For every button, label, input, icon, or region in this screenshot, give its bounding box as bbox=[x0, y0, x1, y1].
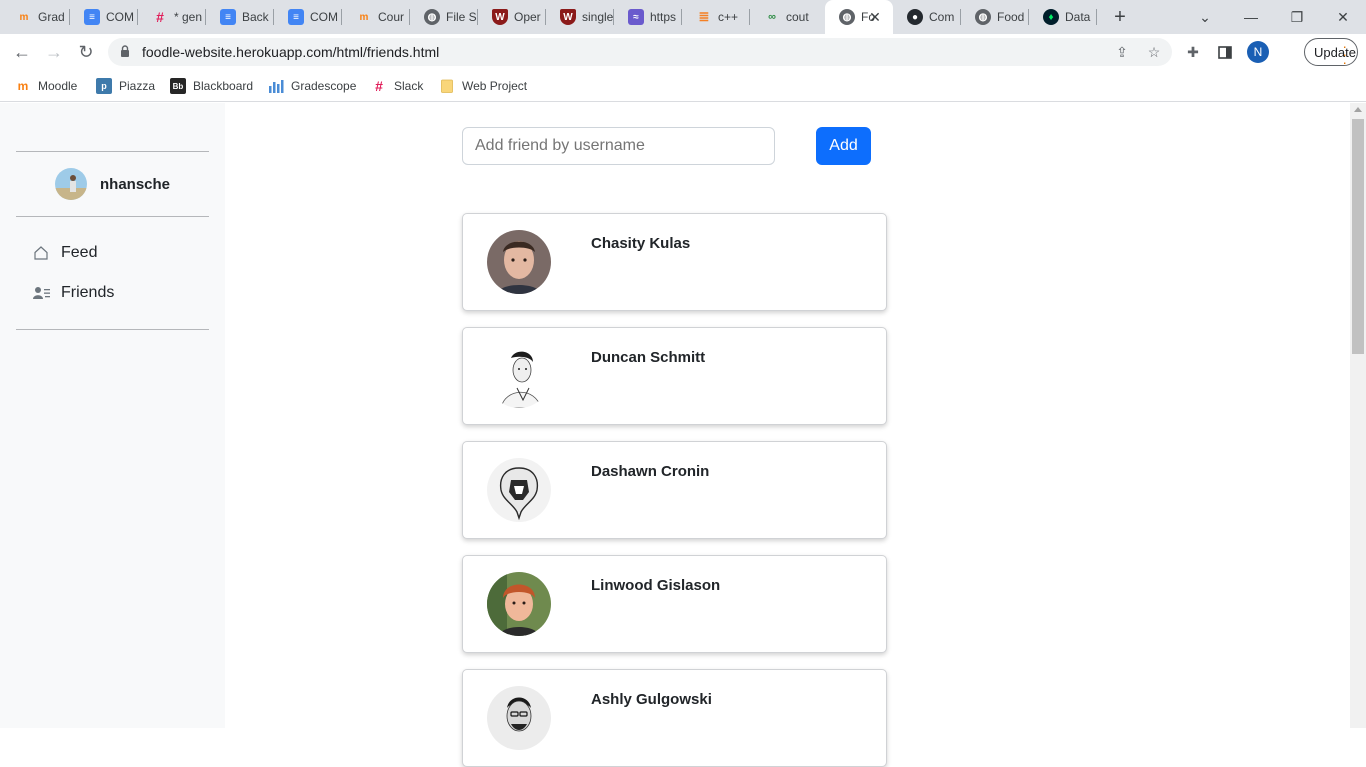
friend-card[interactable]: Ashly Gulgowski bbox=[462, 669, 887, 767]
google-docs-icon: ≡ bbox=[288, 9, 304, 25]
gradescope-icon bbox=[268, 78, 284, 94]
update-button[interactable]: Update · · · bbox=[1304, 38, 1358, 70]
share-icon[interactable]: ⇪ bbox=[1113, 43, 1131, 61]
friends-icon bbox=[32, 284, 50, 302]
google-docs-icon: ≡ bbox=[220, 9, 236, 25]
more-vert-icon: · · · bbox=[1342, 38, 1347, 70]
browser-tab-strip: m Grad ≡ COM # * gen ≡ Back ≡ COM m Cour… bbox=[0, 0, 1366, 34]
blackboard-icon: Bb bbox=[170, 78, 186, 94]
bookmark-gradescope[interactable]: Gradescope bbox=[268, 76, 356, 96]
globe-icon: ◍ bbox=[975, 9, 991, 25]
moodle-icon: m bbox=[17, 79, 29, 93]
slack-icon: # bbox=[375, 78, 383, 94]
scrollbar-thumb[interactable] bbox=[1352, 119, 1364, 354]
globe-icon: ◍ bbox=[424, 9, 440, 25]
friend-name: Ashly Gulgowski bbox=[591, 691, 712, 708]
browser-tab[interactable]: ≡ COM bbox=[274, 0, 342, 34]
lock-icon bbox=[121, 45, 129, 57]
friend-avatar bbox=[487, 572, 551, 636]
friend-card[interactable]: Duncan Schmitt bbox=[462, 327, 887, 425]
browser-tab[interactable]: m Cour bbox=[342, 0, 410, 34]
divider bbox=[16, 216, 209, 217]
browser-tab[interactable]: W Oper bbox=[478, 0, 546, 34]
friend-card[interactable]: Linwood Gislason bbox=[462, 555, 887, 653]
profile-avatar[interactable]: N bbox=[1247, 41, 1269, 63]
friend-name: Linwood Gislason bbox=[591, 577, 721, 594]
slack-icon: # bbox=[156, 9, 164, 25]
github-icon: ● bbox=[907, 9, 923, 25]
geeksforgeeks-icon: ∞ bbox=[768, 11, 776, 23]
friend-card[interactable]: Dashawn Cronin bbox=[462, 441, 887, 539]
extensions-puzzle-icon[interactable]: ✚ bbox=[1183, 42, 1203, 62]
close-window-icon[interactable]: ✕ bbox=[1320, 0, 1366, 34]
shield-crest-icon: W bbox=[560, 9, 576, 25]
bookmark-moodle[interactable]: m Moodle bbox=[15, 76, 78, 96]
bookmark-blackboard[interactable]: Bb Blackboard bbox=[170, 76, 253, 96]
google-docs-icon: ≡ bbox=[84, 9, 100, 25]
main-content: Add Chasity Kulas bbox=[225, 103, 1350, 767]
restore-icon[interactable]: ❐ bbox=[1274, 0, 1320, 34]
back-arrow-icon[interactable]: ← bbox=[8, 38, 36, 66]
globe-icon: ◍ bbox=[839, 9, 855, 25]
scroll-up-arrow-icon[interactable] bbox=[1354, 107, 1362, 112]
friend-name: Chasity Kulas bbox=[591, 235, 691, 252]
address-bar[interactable]: foodle-website.herokuapp.com/html/friend… bbox=[108, 38, 1172, 66]
sidebar: nhansche Feed Friends bbox=[0, 103, 225, 728]
divider bbox=[16, 329, 209, 330]
reload-icon[interactable]: ↻ bbox=[72, 38, 100, 66]
bookmark-web-project[interactable]: Web Project bbox=[439, 76, 527, 96]
browser-tab[interactable]: W single bbox=[546, 0, 614, 34]
friend-card[interactable]: Chasity Kulas bbox=[462, 213, 887, 311]
browser-tab[interactable]: m Grad bbox=[2, 0, 70, 34]
browser-tab[interactable]: ◍ File S bbox=[410, 0, 478, 34]
url-text: foodle-website.herokuapp.com/html/friend… bbox=[142, 44, 440, 60]
browser-tab[interactable]: # * gen bbox=[138, 0, 206, 34]
browser-tab[interactable]: ● Com bbox=[893, 0, 961, 34]
home-icon bbox=[32, 244, 50, 262]
browser-tab[interactable]: ≣ c++ bbox=[682, 0, 750, 34]
wave-icon: ≈ bbox=[628, 9, 644, 25]
user-profile[interactable]: nhansche bbox=[55, 168, 170, 200]
piazza-icon: p bbox=[96, 78, 112, 94]
page-content: nhansche Feed Friends Add friend by user… bbox=[0, 103, 1366, 767]
side-panel-icon[interactable] bbox=[1215, 42, 1235, 62]
browser-tab[interactable]: ≈ https bbox=[614, 0, 682, 34]
bookmarks-bar: m Moodle p Piazza Bb Blackboard Gradesco… bbox=[0, 70, 1366, 102]
shield-crest-icon: W bbox=[492, 9, 508, 25]
friend-avatar bbox=[487, 344, 551, 408]
mongodb-icon: ♦ bbox=[1043, 9, 1059, 25]
nav-item-friends[interactable]: Friends bbox=[32, 282, 114, 304]
forward-arrow-icon[interactable]: → bbox=[40, 38, 68, 66]
divider bbox=[16, 151, 209, 152]
add-friend-input[interactable] bbox=[462, 127, 775, 165]
browser-tab[interactable]: ◍ Food bbox=[961, 0, 1029, 34]
add-friend-button[interactable]: Add bbox=[816, 127, 871, 165]
avatar bbox=[55, 168, 87, 200]
friend-avatar bbox=[487, 458, 551, 522]
moodle-icon: m bbox=[359, 11, 369, 23]
bookmark-piazza[interactable]: p Piazza bbox=[96, 76, 155, 96]
username: nhansche bbox=[100, 175, 171, 193]
friend-name: Duncan Schmitt bbox=[591, 349, 706, 366]
stackoverflow-icon: ≣ bbox=[698, 9, 710, 24]
nav-item-feed[interactable]: Feed bbox=[32, 242, 97, 264]
close-tab-icon[interactable]: ✕ bbox=[867, 9, 883, 25]
friend-name: Dashawn Cronin bbox=[591, 463, 710, 480]
folder-icon bbox=[439, 78, 455, 94]
browser-tab[interactable]: ♦ Data bbox=[1029, 0, 1097, 34]
moodle-icon: m bbox=[19, 11, 29, 23]
tab-search-chevron-icon[interactable]: ⌄ bbox=[1182, 0, 1228, 34]
friend-avatar bbox=[487, 686, 551, 750]
minimize-icon[interactable]: — bbox=[1228, 0, 1274, 34]
friend-avatar bbox=[487, 230, 551, 294]
browser-tab-active[interactable]: ◍ Fo ✕ bbox=[825, 0, 893, 34]
browser-tab[interactable]: ≡ Back bbox=[206, 0, 274, 34]
new-tab-plus-icon[interactable]: + bbox=[1097, 0, 1143, 34]
browser-tab[interactable]: ∞ cout bbox=[750, 0, 825, 34]
bookmark-star-icon[interactable]: ☆ bbox=[1145, 43, 1163, 61]
browser-tab[interactable]: ≡ COM bbox=[70, 0, 138, 34]
bookmark-slack[interactable]: # Slack bbox=[371, 76, 423, 96]
